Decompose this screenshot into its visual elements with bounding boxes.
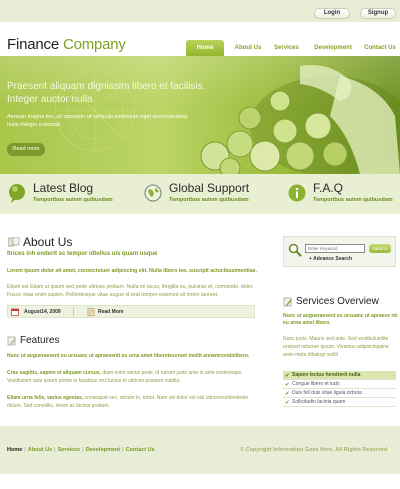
services-item-label: Congue libero et iudo bbox=[292, 381, 340, 387]
strip-title: Global Support bbox=[169, 181, 250, 195]
services-item[interactable]: ✔ Congue libero et iudo bbox=[283, 380, 396, 389]
info-icon bbox=[288, 184, 306, 202]
search-input[interactable] bbox=[305, 244, 365, 253]
search-button[interactable]: Search bbox=[369, 244, 391, 253]
about-paragraph-1: Lorem ipsum dolor sit amet, consectetuer… bbox=[7, 268, 257, 274]
services-item[interactable]: ✔ Sollicitudin lacinia quam bbox=[283, 398, 396, 407]
chat-bubble-icon bbox=[9, 184, 25, 203]
features-paragraph-1-lead: Cras sagittis, sapien et aliquam cursus, bbox=[7, 370, 101, 376]
services-text: Nunc justo. Mauris sed ante. Sed vestibu… bbox=[283, 336, 389, 358]
globe-icon bbox=[144, 184, 162, 202]
search-icon bbox=[288, 243, 302, 257]
meta-divider bbox=[73, 308, 74, 316]
footer-link-about[interactable]: About Us bbox=[28, 447, 52, 453]
strip-title: Latest Blog bbox=[33, 181, 94, 195]
site-logo[interactable]: Finance Company bbox=[7, 36, 126, 53]
about-tagline: Itrices inh enderit sc tempor idtellus u… bbox=[7, 251, 158, 257]
services-item-label: Sollicitudin lacinia quam bbox=[292, 399, 346, 405]
search-panel: Search + Advance Search bbox=[283, 236, 396, 267]
features-paragraph-2-lead: Etiam urna felis, varius egestas, bbox=[7, 395, 84, 401]
strip-subtitle: Temporibus autem quibusdam bbox=[169, 197, 249, 203]
logo-text-main: Finance bbox=[7, 36, 59, 53]
features-intro: Nunc ut augueraesent eu ursuanc ut aprae… bbox=[7, 353, 250, 359]
services-item-label: Sapien lectus hendrerit nulla bbox=[292, 372, 361, 378]
footer-link-development[interactable]: Development bbox=[86, 447, 121, 453]
hero-text: Aenean magna leo, ult uncorper ut vehicu… bbox=[7, 114, 188, 128]
post-meta-bar: August14, 2009 Read More bbox=[7, 305, 255, 318]
strip-title: F.A.Q bbox=[313, 181, 344, 195]
strip-subtitle: Temporibus autem quibusdam bbox=[33, 197, 113, 203]
about-heading: About Us bbox=[23, 235, 73, 249]
check-icon: ✔ bbox=[285, 400, 290, 406]
footer-separator: | bbox=[24, 447, 26, 453]
document-icon bbox=[87, 308, 95, 316]
nav-home[interactable]: Home bbox=[186, 40, 224, 56]
hero-read-more-button[interactable]: Read more bbox=[7, 143, 45, 156]
edit-doc-icon bbox=[283, 297, 292, 307]
nav-development[interactable]: Development bbox=[310, 40, 356, 56]
strip-subtitle: Temporibus autem quibusdam bbox=[313, 197, 393, 203]
features-paragraph-2: Etiam urna felis, varius egestas, conseq… bbox=[7, 394, 262, 410]
post-date: August14, 2009 bbox=[24, 309, 61, 315]
calendar-icon bbox=[11, 308, 19, 316]
footer-link-services[interactable]: Services bbox=[58, 447, 81, 453]
features-paragraph-1: Cras sagittis, sapien et aliquam cursus,… bbox=[7, 369, 262, 385]
footer-separator: | bbox=[122, 447, 124, 453]
read-more-link[interactable]: Read More bbox=[98, 309, 124, 315]
footer-link-home[interactable]: Home bbox=[7, 447, 22, 453]
nav-about[interactable]: About Us bbox=[229, 40, 267, 56]
nav-services[interactable]: Services bbox=[271, 40, 302, 56]
footer-separator: | bbox=[82, 447, 84, 453]
services-item-label: Duis fell duis vitae ligula cirbota bbox=[292, 390, 362, 396]
copyright-text: © Copyright Information Goes Here. All R… bbox=[240, 447, 388, 453]
advanced-search-link[interactable]: + Advance Search bbox=[309, 256, 352, 262]
services-heading: Services Overview bbox=[296, 296, 379, 307]
footer-separator: | bbox=[54, 447, 56, 453]
services-list: ✔ Sapien lectus hendrerit nulla ✔ Congue… bbox=[283, 371, 396, 407]
footer-link-contact[interactable]: Contact Us bbox=[126, 447, 155, 453]
footer-nav: Home | About Us | Services | Development | Conta… bbox=[7, 447, 155, 453]
login-button[interactable]: Login bbox=[314, 8, 350, 19]
about-paragraph-2: Etiam est Etiam ut ipsum sed pede ultric… bbox=[7, 284, 254, 298]
services-tagline: Nunc ut augueraesent eu ursuanc ut aprae… bbox=[283, 313, 398, 326]
hero-headline-line1: Praesent aliquam dignissim libero et fac… bbox=[7, 81, 206, 92]
pages-icon bbox=[8, 237, 20, 247]
logo-text-accent: Company bbox=[62, 36, 126, 53]
hero-headline: Praesent aliquam dignissim libero et fac… bbox=[7, 80, 227, 106]
services-item[interactable]: ✔ Sapien lectus hendrerit nulla bbox=[283, 371, 396, 380]
hero-headline-line2: Integer auctor nulla bbox=[7, 94, 93, 105]
nav-contact[interactable]: Contact Us bbox=[360, 40, 400, 56]
services-item[interactable]: ✔ Duis fell duis vitae ligula cirbota bbox=[283, 389, 396, 398]
pencil-icon bbox=[7, 336, 16, 346]
features-heading: Features bbox=[20, 335, 60, 346]
signup-button[interactable]: Signup bbox=[360, 8, 396, 19]
